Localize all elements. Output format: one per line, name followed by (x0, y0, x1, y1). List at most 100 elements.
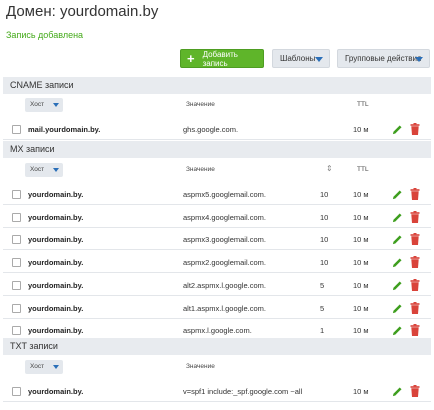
host-cell: yourdomain.by. (28, 258, 84, 268)
value-cell: aspmx4.googlemail.com. (183, 212, 266, 222)
host-cell: yourdomain.by. (28, 190, 84, 199)
row-checkbox[interactable] (12, 387, 21, 396)
table-row: mail.yourdomain.by. ghs.google.com. 10 м (3, 119, 431, 140)
ttl-cell: 10 м (353, 190, 369, 199)
add-record-label: Добавить запись (202, 49, 238, 68)
priority-cell: 10 (320, 258, 329, 268)
host-column-label: Хост (30, 101, 45, 108)
value-column-label: Значение (186, 363, 215, 370)
chevron-down-icon (53, 103, 59, 107)
chevron-down-icon (53, 365, 59, 369)
value-cell: aspmx2.googlemail.com. (183, 258, 266, 268)
value-cell: aspmx.l.google.com. (183, 326, 252, 336)
txt-column-header: Хост Значение (3, 357, 431, 377)
success-message: Запись добавлена (6, 30, 84, 40)
page-title: Домен: yourdomain.by (6, 3, 159, 20)
row-checkbox[interactable] (12, 190, 21, 199)
row-checkbox[interactable] (12, 125, 21, 134)
ttl-cell: 10 м (353, 235, 369, 245)
trash-icon[interactable] (410, 385, 420, 397)
trash-icon[interactable] (410, 256, 420, 269)
table-row: yourdomain.by. aspmx4.googlemail.com. 10 10… (3, 207, 431, 228)
value-cell: alt1.aspmx.l.google.com. (183, 303, 266, 313)
trash-icon[interactable] (410, 324, 420, 337)
mx-section-header: MX записи (3, 141, 431, 158)
trash-icon[interactable] (410, 278, 420, 291)
value-cell: aspmx5.googlemail.com. (183, 190, 266, 199)
host-column-label: Хост (30, 363, 45, 370)
pencil-icon[interactable] (392, 212, 403, 223)
host-cell: yourdomain.by. (28, 387, 84, 396)
ttl-column-label: TTL (357, 166, 369, 173)
add-record-button[interactable]: + Добавить запись (180, 49, 264, 68)
toolbar: + Добавить запись Шаблоны Групповые дейс… (0, 49, 434, 68)
row-checkbox[interactable] (12, 303, 21, 313)
host-cell: yourdomain.by. (28, 235, 84, 245)
pencil-icon[interactable] (392, 124, 403, 135)
cname-column-header: Хост Значение TTL (3, 95, 431, 115)
value-column-label: Значение (186, 101, 215, 108)
chevron-down-icon (415, 57, 423, 62)
templates-dropdown[interactable]: Шаблоны (272, 49, 330, 68)
pencil-icon[interactable] (392, 303, 403, 314)
ttl-cell: 10 м (353, 326, 369, 336)
host-cell: yourdomain.by. (28, 280, 84, 290)
priority-cell: 10 (320, 235, 329, 245)
txt-section-header: TXT записи (3, 338, 431, 355)
value-cell: v=spf1 include:_spf.google.com ~all (183, 387, 303, 396)
row-checkbox[interactable] (12, 280, 21, 290)
priority-cell: 1 (320, 326, 325, 336)
table-row: yourdomain.by. aspmx5.googlemail.com. 10 10… (3, 184, 431, 205)
plus-icon: + (187, 51, 195, 66)
bulk-actions-dropdown[interactable]: Групповые действия (337, 49, 430, 68)
priority-cell: 10 (320, 212, 329, 222)
host-cell: yourdomain.by. (28, 326, 84, 336)
trash-icon[interactable] (410, 188, 420, 200)
trash-icon[interactable] (410, 123, 420, 135)
ttl-cell: 10 м (353, 280, 369, 290)
priority-cell: 5 (320, 280, 325, 290)
ttl-cell: 10 м (353, 303, 369, 313)
table-row: yourdomain.by. v=spf1 include:_spf.google… (3, 381, 431, 402)
row-checkbox[interactable] (12, 326, 21, 336)
priority-sort-icon[interactable]: ⇕ (326, 164, 333, 173)
host-cell: yourdomain.by. (28, 303, 84, 313)
trash-icon[interactable] (410, 301, 420, 314)
pencil-icon[interactable] (392, 280, 403, 291)
ttl-column-label: TTL (357, 101, 369, 108)
ttl-cell: 10 м (353, 387, 369, 396)
value-cell: ghs.google.com. (183, 125, 239, 134)
trash-icon[interactable] (410, 210, 420, 223)
value-column-label: Значение (186, 166, 215, 173)
row-checkbox[interactable] (12, 235, 21, 245)
pencil-icon[interactable] (392, 325, 403, 336)
trash-icon[interactable] (410, 233, 420, 246)
pencil-icon[interactable] (392, 386, 403, 397)
host-sort-button[interactable]: Хост (25, 163, 63, 177)
templates-label: Шаблоны (280, 54, 316, 63)
priority-cell: 5 (320, 303, 325, 313)
pencil-icon[interactable] (392, 189, 403, 200)
bulk-actions-label: Групповые действия (345, 54, 422, 63)
value-cell: aspmx3.googlemail.com. (183, 235, 266, 245)
mx-column-header: Хост Значение ⇕ TTL (3, 160, 431, 180)
cname-section-header: CNAME записи (3, 77, 431, 94)
host-sort-button[interactable]: Хост (25, 98, 63, 112)
host-cell: yourdomain.by. (28, 212, 84, 222)
host-sort-button[interactable]: Хост (25, 360, 63, 374)
value-cell: alt2.aspmx.l.google.com. (183, 280, 266, 290)
pencil-icon[interactable] (392, 234, 403, 245)
priority-cell: 10 (320, 190, 329, 199)
row-checkbox[interactable] (12, 212, 21, 222)
ttl-cell: 10 м (353, 125, 369, 134)
pencil-icon[interactable] (392, 257, 403, 268)
row-checkbox[interactable] (12, 258, 21, 268)
ttl-cell: 10 м (353, 212, 369, 222)
chevron-down-icon (53, 168, 59, 172)
table-row: yourdomain.by. alt2.aspmx.l.google.com. 5 1… (3, 275, 431, 296)
table-row: yourdomain.by. alt1.aspmx.l.google.com. 5 1… (3, 298, 431, 319)
table-row: yourdomain.by. aspmx3.googlemail.com. 10 10… (3, 229, 431, 251)
host-column-label: Хост (30, 166, 45, 173)
host-cell: mail.yourdomain.by. (28, 125, 101, 134)
table-row: yourdomain.by. aspmx2.googlemail.com. 10 10… (3, 252, 431, 274)
